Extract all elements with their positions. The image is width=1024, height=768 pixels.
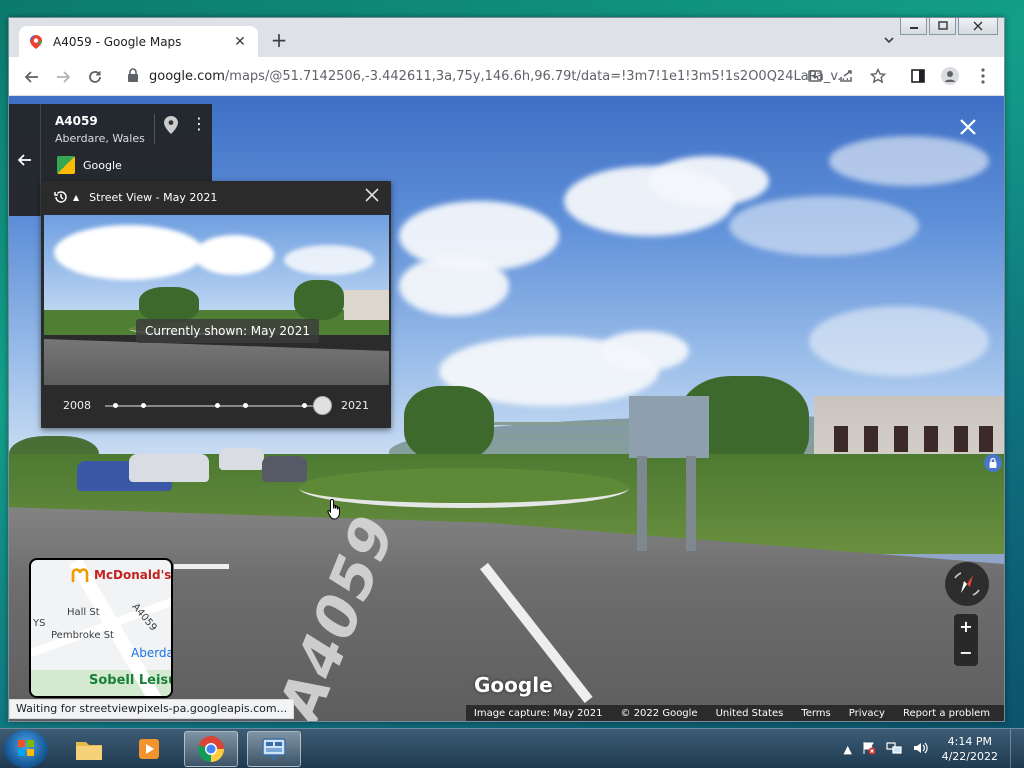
share-icon[interactable] (837, 67, 855, 85)
time-travel-close-button[interactable] (361, 186, 383, 208)
slider-handle[interactable] (313, 396, 332, 415)
browser-window: A4059 - Google Maps ✕ + google.com/maps/… (8, 17, 1005, 722)
sobell-leisure-label: Sobell Leisur (89, 673, 171, 688)
time-travel-header[interactable]: ▲ Street View - May 2021 (41, 181, 391, 213)
back-arrow-button[interactable] (9, 104, 41, 216)
aberdare-label: Aberda (131, 646, 173, 660)
restaurant-marker-icon (71, 566, 89, 584)
window-controls (900, 18, 998, 35)
tab-strip: A4059 - Google Maps ✕ + (9, 18, 1004, 57)
media-player-taskbar-button[interactable] (122, 731, 176, 767)
slider-stop[interactable] (113, 403, 118, 408)
compass-icon[interactable] (945, 562, 989, 606)
clock-time: 4:14 PM (947, 735, 992, 748)
time-travel-title: Street View - May 2021 (89, 190, 218, 204)
history-clock-icon (53, 189, 69, 205)
action-center-flag-icon[interactable] (862, 741, 876, 758)
show-desktop-button[interactable] (1010, 729, 1024, 768)
control-panel-taskbar-button[interactable] (247, 731, 301, 767)
mini-map[interactable]: McDonald's Hall St Pembroke St A4059 YS … (29, 558, 173, 698)
kebab-menu-icon[interactable] (974, 67, 992, 85)
location-title: A4059 (55, 114, 98, 128)
hall-st-label: Hall St (67, 607, 100, 618)
provider-name: Google (83, 159, 122, 172)
image-capture-date: Image capture: May 2021 (473, 707, 603, 719)
map-pin-icon[interactable] (164, 116, 180, 136)
slider-stop[interactable] (215, 403, 220, 408)
install-app-icon[interactable] (806, 67, 824, 85)
zoom-out-button[interactable]: − (954, 640, 978, 666)
system-clock[interactable]: 4:14 PM 4/22/2022 (942, 734, 998, 764)
start-button[interactable] (4, 730, 48, 768)
minimize-button[interactable] (900, 18, 927, 35)
slider-start-year: 2008 (63, 399, 91, 412)
forward-button[interactable] (52, 66, 74, 88)
tab-title: A4059 - Google Maps (53, 34, 182, 49)
google-maps-logo-icon (57, 156, 75, 174)
google-maps-icon (29, 34, 43, 49)
file-explorer-taskbar-button[interactable] (62, 731, 116, 767)
ys-label: YS (33, 618, 46, 629)
slider-stop[interactable] (302, 403, 307, 408)
chrome-taskbar-button[interactable] (184, 731, 238, 767)
location-subtitle: Aberdare, Wales (55, 132, 145, 145)
hand-cursor-icon (327, 498, 343, 520)
show-hidden-icons-icon[interactable]: ▲ (844, 743, 852, 756)
terms-link[interactable]: Terms (801, 708, 830, 719)
region-link[interactable]: United States (716, 708, 784, 719)
volume-icon[interactable] (912, 741, 928, 758)
report-problem-link[interactable]: Report a problem (903, 708, 990, 719)
reload-button[interactable] (84, 66, 106, 88)
network-icon[interactable] (886, 741, 902, 758)
slider-stop[interactable] (243, 403, 248, 408)
clock-date: 4/22/2022 (941, 750, 998, 763)
windows-taskbar: ▲ 4:14 PM 4/22/2022 (0, 728, 1024, 768)
zoom-controls: + − (954, 614, 978, 666)
slider-end-year: 2021 (341, 399, 369, 412)
system-tray: ▲ (844, 741, 928, 758)
new-tab-button[interactable]: + (269, 30, 289, 51)
pembroke-st-label: Pembroke St (51, 630, 114, 641)
tab-search-chevron-icon[interactable] (882, 33, 896, 47)
close-window-button[interactable] (958, 18, 998, 35)
caret-up-icon: ▲ (73, 192, 80, 202)
url-text: google.com/maps/@51.7142506,-3.442611,3a… (149, 69, 850, 84)
side-panel-icon[interactable] (909, 67, 927, 85)
tab-google-maps[interactable]: A4059 - Google Maps ✕ (19, 26, 258, 57)
currently-shown-badge: Currently shown: May 2021 (136, 319, 319, 343)
lock-badge-icon[interactable] (984, 454, 1002, 472)
google-watermark: Google (474, 673, 553, 697)
zoom-in-button[interactable]: + (954, 614, 978, 640)
maximize-button[interactable] (929, 18, 956, 35)
copyright-text: © 2022 Google (620, 707, 698, 719)
status-bar: Waiting for streetviewpixels-pa.googleap… (9, 699, 295, 719)
slider-stop[interactable] (141, 403, 146, 408)
browser-toolbar: google.com/maps/@51.7142506,-3.442611,3a… (9, 57, 1004, 96)
more-options-icon[interactable]: ⋮ (191, 116, 207, 132)
privacy-link[interactable]: Privacy (849, 708, 885, 719)
attribution-bar: Image capture: May 2021 © 2022 Google Un… (465, 705, 1004, 721)
back-button[interactable] (21, 66, 43, 88)
street-view-viewport[interactable]: A4059 A4059 Aberdare, Wales ⋮ Google ▲ S… (9, 96, 1004, 721)
tab-close-button[interactable]: ✕ (232, 34, 248, 50)
profile-avatar-icon[interactable] (941, 67, 959, 85)
bookmark-star-icon[interactable] (869, 67, 887, 85)
street-view-close-button[interactable] (956, 118, 980, 142)
address-bar[interactable]: google.com/maps/@51.7142506,-3.442611,3a… (119, 61, 909, 92)
time-travel-preview-image[interactable] (44, 215, 389, 385)
mcdonalds-label[interactable]: McDonald's (71, 566, 171, 584)
lock-icon[interactable] (127, 68, 139, 85)
time-travel-panel: ▲ Street View - May 2021 Currently shown… (41, 181, 391, 428)
year-slider[interactable]: 2008 2021 (41, 391, 391, 421)
